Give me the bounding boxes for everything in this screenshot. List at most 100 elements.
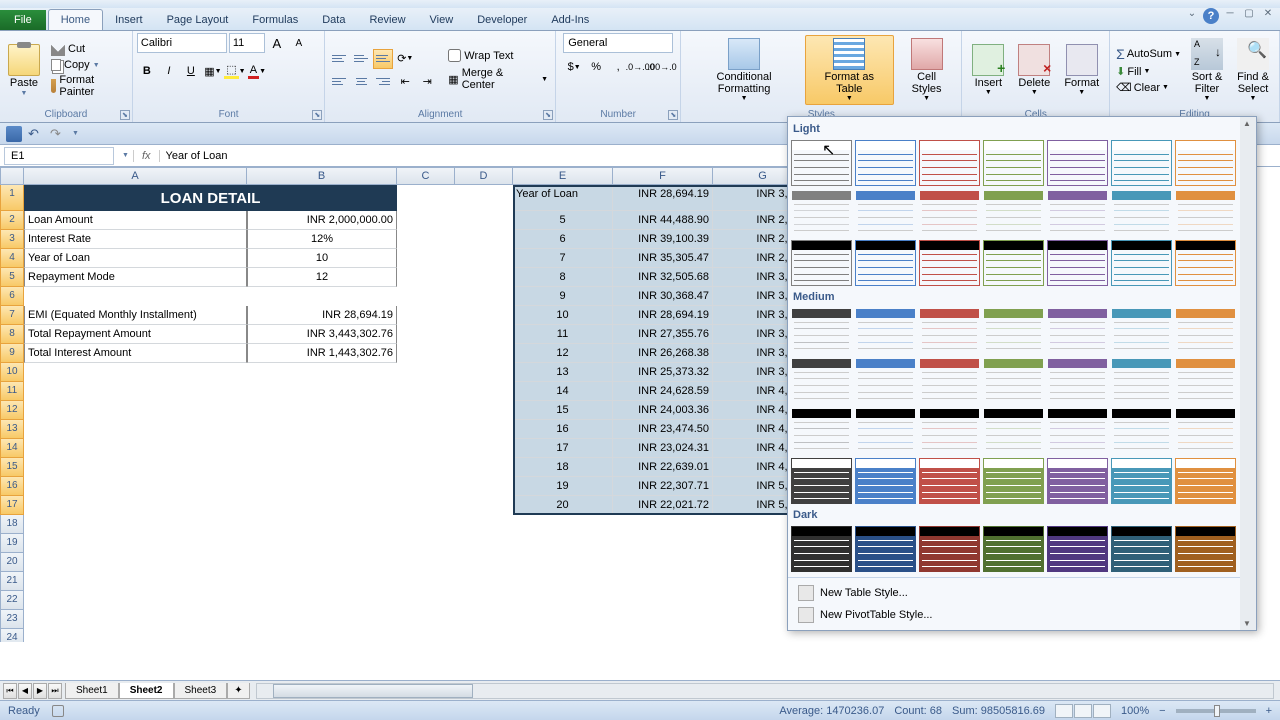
dec-decimal-button[interactable]: .00→.0 — [652, 57, 672, 77]
currency-button[interactable]: $▼ — [564, 57, 584, 77]
help-icon[interactable]: ? — [1203, 8, 1219, 24]
cell[interactable]: INR 24,003.36 — [613, 401, 713, 420]
tab-insert[interactable]: Insert — [103, 10, 155, 30]
wrap-text-button[interactable]: Wrap Text — [445, 48, 551, 63]
shrink-font-button[interactable]: A — [289, 33, 309, 53]
table-style-swatch[interactable] — [1111, 240, 1172, 286]
row-header-11[interactable]: 11 — [0, 382, 24, 401]
font-color-button[interactable]: A▼ — [247, 61, 267, 81]
row-header-8[interactable]: 8 — [0, 325, 24, 344]
cell[interactable]: INR 35,305.47 — [613, 249, 713, 268]
row-header-6[interactable]: 6 — [0, 287, 24, 306]
row-header-23[interactable]: 23 — [0, 610, 24, 629]
table-style-swatch[interactable] — [983, 526, 1044, 572]
row-header-19[interactable]: 19 — [0, 534, 24, 553]
row-header-13[interactable]: 13 — [0, 420, 24, 439]
table-style-swatch[interactable] — [791, 308, 852, 354]
cell[interactable]: Total Interest Amount — [24, 344, 247, 363]
tab-nav-last[interactable]: ⏭ — [48, 683, 62, 699]
table-style-swatch[interactable] — [919, 190, 980, 236]
window-min-icon[interactable]: ─ — [1222, 8, 1238, 21]
zoom-slider[interactable] — [1176, 709, 1256, 713]
row-header-17[interactable]: 17 — [0, 496, 24, 515]
new-table-style-button[interactable]: New Table Style... — [792, 582, 1252, 604]
row-header-9[interactable]: 9 — [0, 344, 24, 363]
cell[interactable]: 13 — [513, 363, 613, 382]
row-header-21[interactable]: 21 — [0, 572, 24, 591]
table-style-swatch[interactable] — [1175, 240, 1236, 286]
fill-color-button[interactable]: ⬚▼ — [225, 61, 245, 81]
cell[interactable]: INR 44,488.90 — [613, 211, 713, 230]
table-style-swatch[interactable] — [919, 526, 980, 572]
cell[interactable]: INR 22,639.01 — [613, 458, 713, 477]
cell[interactable]: INR 22,307.71 — [613, 477, 713, 496]
clipboard-launcher[interactable]: ⬊ — [120, 110, 130, 120]
font-name-select[interactable] — [137, 33, 227, 53]
tab-nav-prev[interactable]: ◀ — [18, 683, 32, 699]
cell[interactable]: 11 — [513, 325, 613, 344]
row-header-7[interactable]: 7 — [0, 306, 24, 325]
copy-button[interactable]: Copy▼ — [48, 58, 128, 72]
cell[interactable]: LOAN DETAIL — [24, 185, 397, 211]
cell[interactable]: 14 — [513, 382, 613, 401]
table-style-swatch[interactable] — [919, 140, 980, 186]
table-style-swatch[interactable] — [919, 308, 980, 354]
save-icon[interactable] — [6, 126, 22, 142]
table-style-swatch[interactable] — [1175, 140, 1236, 186]
table-style-swatch[interactable] — [855, 458, 916, 504]
col-header-A[interactable]: A — [24, 167, 247, 185]
cell[interactable]: Total Repayment Amount — [24, 325, 247, 344]
undo-icon[interactable] — [28, 126, 44, 142]
normal-view-button[interactable] — [1055, 704, 1073, 718]
insert-cells-button[interactable]: Insert▼ — [966, 42, 1010, 99]
sort-filter-button[interactable]: AZ↓Sort & Filter▼ — [1185, 36, 1229, 105]
cell[interactable]: 15 — [513, 401, 613, 420]
new-sheet-button[interactable]: ✦ — [227, 683, 249, 699]
cell[interactable]: Repayment Mode — [24, 268, 247, 287]
row-header-2[interactable]: 2 — [0, 211, 24, 230]
cell[interactable]: INR 22,021.72 — [613, 496, 713, 515]
cell[interactable]: EMI (Equated Monthly Installment) — [24, 306, 247, 325]
tab-developer[interactable]: Developer — [465, 10, 539, 30]
table-style-swatch[interactable] — [919, 240, 980, 286]
table-style-swatch[interactable] — [983, 458, 1044, 504]
table-style-swatch[interactable] — [1047, 408, 1108, 454]
table-style-swatch[interactable] — [1047, 190, 1108, 236]
table-style-swatch[interactable] — [1111, 458, 1172, 504]
clear-button[interactable]: ⌫Clear▼ — [1114, 80, 1183, 95]
table-style-swatch[interactable] — [791, 358, 852, 404]
name-box[interactable] — [4, 147, 114, 165]
align-center-button[interactable] — [351, 72, 371, 92]
row-header-22[interactable]: 22 — [0, 591, 24, 610]
sheet-tab-sheet1[interactable]: Sheet1 — [65, 683, 119, 699]
cell[interactable]: INR 28,694.19 — [613, 306, 713, 325]
table-style-swatch[interactable] — [1111, 190, 1172, 236]
cell[interactable]: 9 — [513, 287, 613, 306]
window-max-icon[interactable]: ▢ — [1241, 8, 1257, 21]
align-right-button[interactable] — [373, 72, 393, 92]
macro-record-icon[interactable] — [52, 705, 64, 717]
tab-file[interactable]: File — [0, 10, 46, 30]
cell[interactable]: INR 3,443,302.76 — [247, 325, 397, 344]
cell[interactable]: 8 — [513, 268, 613, 287]
row-header-12[interactable]: 12 — [0, 401, 24, 420]
tab-view[interactable]: View — [418, 10, 466, 30]
gallery-scrollbar[interactable] — [1240, 117, 1256, 630]
sheet-tab-sheet2[interactable]: Sheet2 — [119, 683, 174, 699]
row-header-18[interactable]: 18 — [0, 515, 24, 534]
table-style-swatch[interactable] — [919, 358, 980, 404]
table-style-swatch[interactable] — [855, 408, 916, 454]
cell[interactable]: INR 23,474.50 — [613, 420, 713, 439]
cell[interactable]: INR 25,373.32 — [613, 363, 713, 382]
zoom-out-button[interactable]: − — [1159, 705, 1165, 717]
underline-button[interactable]: U — [181, 61, 201, 81]
indent-inc-button[interactable]: ⇥ — [417, 72, 437, 92]
cell[interactable]: Loan Amount — [24, 211, 247, 230]
tab-nav-first[interactable]: ⏮ — [3, 683, 17, 699]
alignment-launcher[interactable]: ⬊ — [543, 110, 553, 120]
table-style-swatch[interactable] — [1111, 408, 1172, 454]
sheet-tab-sheet3[interactable]: Sheet3 — [174, 683, 228, 699]
table-style-swatch[interactable] — [1111, 526, 1172, 572]
font-launcher[interactable]: ⬊ — [312, 110, 322, 120]
grow-font-button[interactable]: A — [267, 33, 287, 53]
